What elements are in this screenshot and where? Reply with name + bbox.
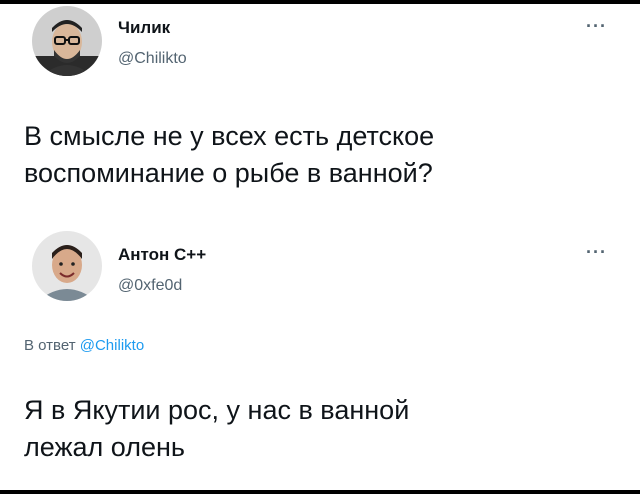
- tweet-text-line-2: воспоминание о рыбе в ванной?: [24, 158, 433, 188]
- tweet-text-line-1: В смысле не у всех есть детское: [24, 121, 435, 151]
- replying-to: В ответ @Chiliktо: [24, 337, 144, 354]
- reply-more-options-button[interactable]: ···: [586, 242, 607, 263]
- tweet-card: Чилик @Chiliktо ··· В смысле не у всех е…: [0, 4, 640, 490]
- reply-author-handle[interactable]: @0xfe0d: [118, 277, 182, 295]
- reply-text-line-1: Я в Якутии рос, у нас в ванной: [24, 395, 410, 425]
- avatar-anton[interactable]: [32, 231, 102, 301]
- avatar-man-smiling-icon: [32, 231, 102, 301]
- avatar-chilik[interactable]: [32, 6, 102, 76]
- tweet-text: В смысле не у всех есть детское воспомин…: [24, 118, 624, 192]
- reply-tweet-text: Я в Якутии рос, у нас в ванной лежал оле…: [24, 392, 624, 466]
- author-handle[interactable]: @Chiliktо: [118, 50, 187, 68]
- replying-to-link[interactable]: @Chiliktо: [80, 337, 144, 354]
- reply-text-line-2: лежал олень: [24, 432, 185, 462]
- more-options-button[interactable]: ···: [586, 16, 607, 37]
- author-name[interactable]: Чилик: [118, 18, 170, 38]
- replying-prefix: В ответ: [24, 337, 76, 354]
- reply-author-name[interactable]: Антон С++: [118, 245, 206, 265]
- avatar-man-glasses-icon: [32, 6, 102, 76]
